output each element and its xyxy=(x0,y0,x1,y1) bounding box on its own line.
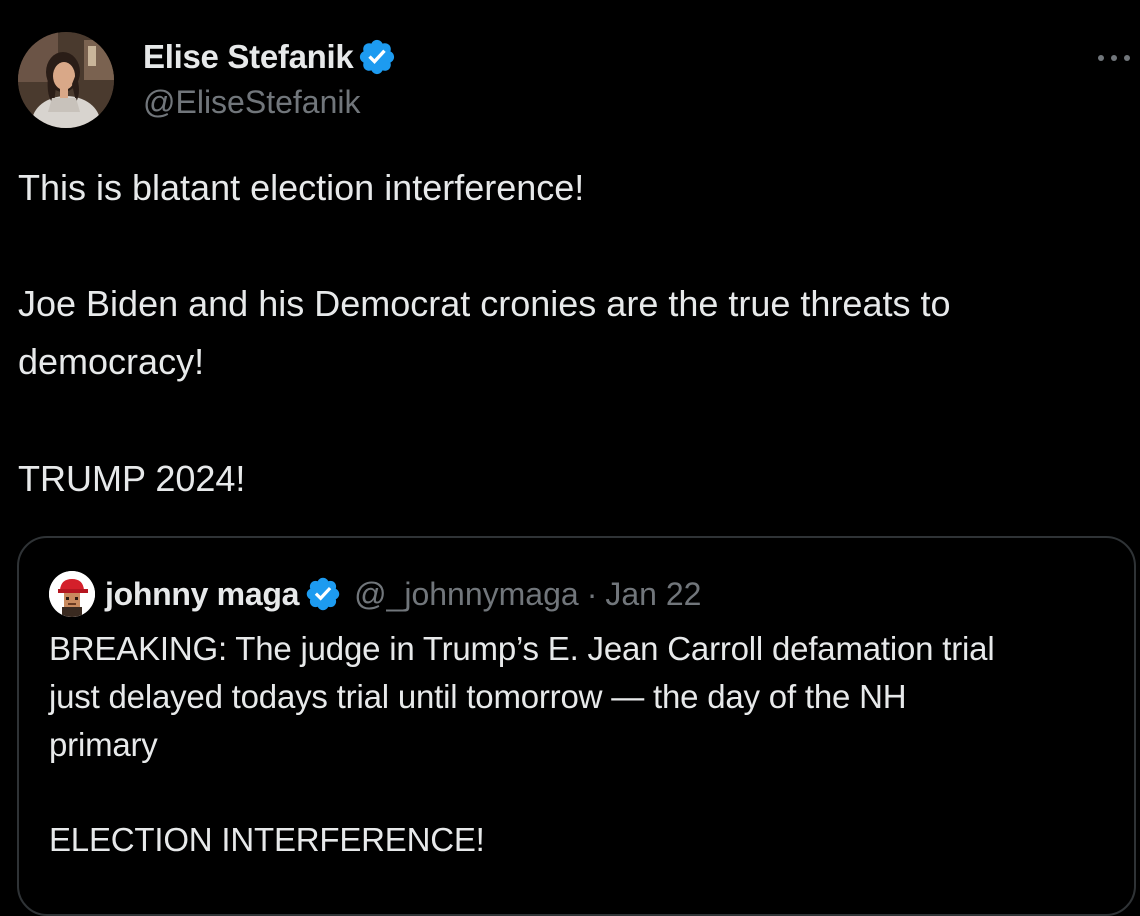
post-text-line: Joe Biden and his Democrat cronies are t… xyxy=(18,283,951,324)
quoted-text-line: just delayed todays trial until tomorrow… xyxy=(49,678,907,715)
post-text-line: TRUMP 2024! xyxy=(18,458,246,499)
post-text-line: This is blatant election interference! xyxy=(18,167,585,208)
quoted-text-line: primary xyxy=(49,726,158,763)
quoted-post-date[interactable]: Jan 22 xyxy=(605,576,701,613)
author-avatar[interactable] xyxy=(18,32,114,128)
quoted-post-header: johnny maga @_johnnymaga · Jan 22 xyxy=(49,571,701,617)
quoted-post-card[interactable]: johnny maga @_johnnymaga · Jan 22 BREAKI… xyxy=(17,536,1136,916)
quoted-text-line: BREAKING: The judge in Trump’s E. Jean C… xyxy=(49,630,995,667)
quoted-text-line: ELECTION INTERFERENCE! xyxy=(49,821,485,858)
verified-badge-icon[interactable] xyxy=(304,575,342,613)
author-handle[interactable]: @EliseStefanik xyxy=(143,84,360,121)
header-separator: · xyxy=(586,575,598,612)
author-name[interactable]: Elise Stefanik xyxy=(143,38,354,76)
more-options-icon xyxy=(1098,55,1130,61)
author-avatar-image xyxy=(18,32,114,128)
quoted-author-avatar[interactable] xyxy=(49,571,95,617)
tweet: Elise Stefanik @EliseStefanik This is bl… xyxy=(0,0,1140,916)
author-name-row: Elise Stefanik xyxy=(143,36,397,78)
post-text-line: democracy! xyxy=(18,341,205,382)
quoted-author-handle[interactable]: @_johnnymaga xyxy=(354,576,579,613)
quoted-author-avatar-image xyxy=(49,571,95,617)
verified-badge-icon[interactable] xyxy=(357,37,397,77)
quoted-author-name[interactable]: johnny maga xyxy=(105,576,299,613)
more-options-button[interactable] xyxy=(1094,40,1134,76)
